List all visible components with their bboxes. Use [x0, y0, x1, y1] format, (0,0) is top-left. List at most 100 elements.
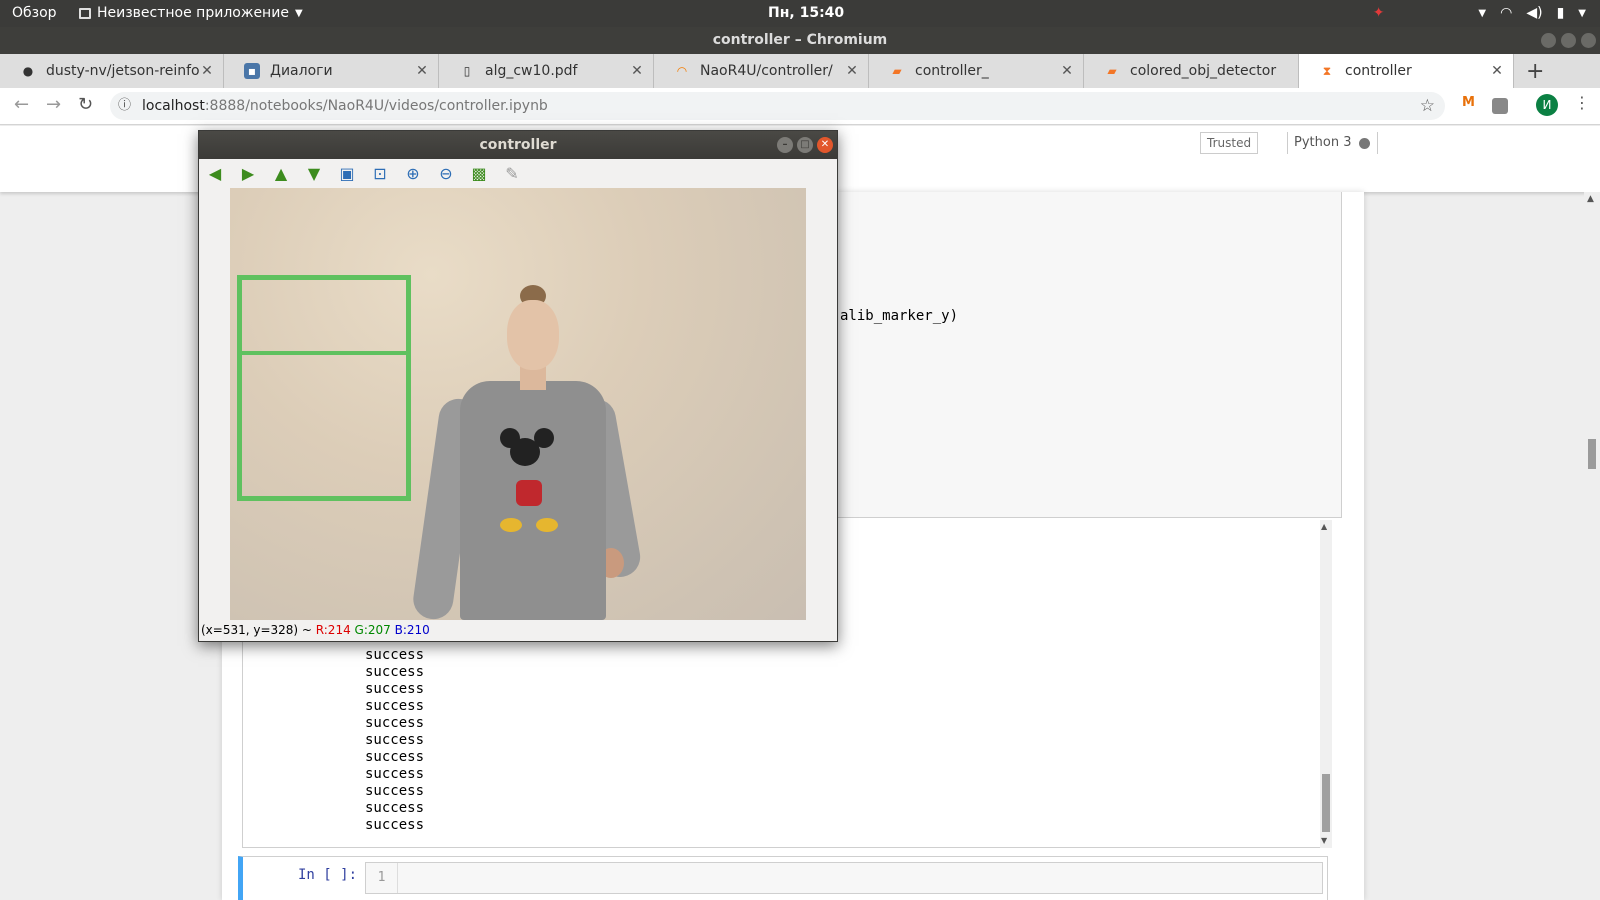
activities-button[interactable]: Обзор: [12, 5, 57, 21]
pan-right-icon[interactable]: ▶: [238, 164, 258, 184]
green-value: G:207: [354, 623, 391, 637]
tab-label: controller: [1345, 63, 1412, 79]
kebab-menu-icon[interactable]: ⋮: [1574, 93, 1590, 112]
volume-icon[interactable]: ◀): [1526, 5, 1542, 21]
tab-dialogs[interactable]: ▪ Диалоги ✕: [224, 54, 439, 88]
maximize-button[interactable]: [1561, 33, 1576, 48]
profile-avatar[interactable]: И: [1536, 94, 1558, 116]
maximize-button[interactable]: □: [797, 137, 813, 153]
tab-colored-obj-detector[interactable]: ▰ colored_obj_detector: [1084, 54, 1299, 88]
notification-app-icon[interactable]: ✦: [1373, 5, 1385, 21]
kernel-status-icon: [1359, 137, 1371, 149]
window-title-bar: controller – Chromium: [0, 27, 1600, 54]
jupyter-notebook-icon: ▰: [1107, 64, 1117, 78]
minimize-button[interactable]: [1541, 33, 1556, 48]
clock[interactable]: Пн, 15:40: [768, 5, 844, 21]
scroll-up-icon[interactable]: ▲: [1321, 522, 1327, 531]
zoom-original-icon[interactable]: ▣: [337, 164, 357, 184]
minimize-button[interactable]: –: [777, 137, 793, 153]
document-icon: ▯: [463, 64, 471, 78]
pixel-info-status: (x=531, y=328) ~ R:214 G:207 B:210: [201, 623, 430, 637]
output-line: success: [365, 783, 425, 799]
sweater-print: [500, 428, 564, 538]
detection-roi-box: [237, 275, 411, 501]
chevron-down-icon[interactable]: ▼: [1578, 8, 1586, 19]
pan-down-icon[interactable]: ▼: [304, 164, 324, 184]
chevron-down-icon: ▼: [294, 7, 303, 19]
wifi-icon[interactable]: ◠: [1500, 5, 1512, 21]
output-scrollbar[interactable]: ▲ ▼: [1320, 520, 1332, 848]
app-menu-label: Неизвестное приложение: [97, 5, 289, 21]
app-window-icon: [79, 7, 91, 19]
hourglass-icon: ⧗: [1322, 64, 1332, 78]
tab-naor4u-controller[interactable]: ◠ NaoR4U/controller/ ✕: [654, 54, 869, 88]
pan-up-icon[interactable]: ▲: [271, 164, 291, 184]
zoom-out-icon[interactable]: ⊖: [436, 164, 456, 184]
trusted-indicator[interactable]: Trusted: [1200, 132, 1259, 154]
tab-label: alg_cw10.pdf: [485, 63, 578, 79]
properties-icon[interactable]: ✎: [502, 164, 522, 184]
battery-icon[interactable]: ▮: [1557, 5, 1565, 21]
close-button[interactable]: [1581, 33, 1596, 48]
tab-label: Диалоги: [270, 63, 333, 79]
scrollbar-thumb[interactable]: [1322, 774, 1330, 832]
back-arrow-icon[interactable]: ←: [14, 94, 29, 115]
zoom-fit-icon[interactable]: ⊡: [370, 164, 390, 184]
url-host: localhost: [142, 98, 205, 114]
extension-icon[interactable]: [1492, 98, 1508, 114]
page-scrollbar[interactable]: ▲: [1584, 192, 1600, 900]
output-line: success: [365, 732, 425, 748]
pan-left-icon[interactable]: ◀: [205, 164, 225, 184]
app-menu[interactable]: Неизвестное приложение ▼: [79, 5, 303, 21]
blue-value: B:210: [394, 623, 430, 637]
system-top-bar: Обзор Неизвестное приложение ▼ Пн, 15:40…: [0, 0, 1600, 27]
zoom-in-icon[interactable]: ⊕: [403, 164, 423, 184]
output-text: success success success success success …: [365, 630, 424, 834]
extension-m-icon[interactable]: M: [1462, 95, 1475, 110]
new-tab-button[interactable]: +: [1526, 59, 1544, 84]
tab-controller-underscore[interactable]: ▰ controller_ ✕: [869, 54, 1084, 88]
cell-editor[interactable]: 1: [365, 862, 1323, 894]
camera-frame[interactable]: [230, 188, 806, 620]
tab-strip: ● dusty-nv/jetson-reinfo ✕ ▪ Диалоги ✕ ▯…: [0, 54, 1600, 88]
output-line: success: [365, 647, 425, 663]
scroll-down-icon[interactable]: ▼: [1321, 836, 1327, 845]
opencv-window[interactable]: controller – □ ✕ ◀ ▶ ▲ ▼ ▣ ⊡ ⊕ ⊖ ▩ ✎ (x=…: [198, 130, 838, 642]
forward-arrow-icon[interactable]: →: [46, 94, 61, 115]
chevron-down-icon[interactable]: ▼: [1478, 8, 1486, 19]
output-line: success: [365, 664, 425, 680]
jupyter-notebook-icon: ▰: [892, 64, 902, 78]
close-icon[interactable]: ✕: [1489, 63, 1505, 79]
close-icon[interactable]: ✕: [844, 63, 860, 79]
scroll-up-icon[interactable]: ▲: [1587, 194, 1594, 204]
red-value: R:214: [315, 623, 351, 637]
bookmark-star-icon[interactable]: ☆: [1420, 92, 1435, 120]
output-line: success: [365, 749, 425, 765]
new-code-cell[interactable]: In [ ]: 1: [238, 856, 1328, 900]
address-bar[interactable]: ⓘ localhost:8888/notebooks/NaoR4U/videos…: [110, 92, 1445, 120]
vk-icon: ▪: [244, 63, 260, 79]
opencv-title-bar[interactable]: controller – □ ✕: [199, 131, 837, 159]
reload-icon[interactable]: ↻: [78, 94, 93, 115]
close-icon[interactable]: ✕: [629, 63, 645, 79]
close-icon[interactable]: ✕: [1059, 63, 1075, 79]
tab-alg-pdf[interactable]: ▯ alg_cw10.pdf ✕: [439, 54, 654, 88]
tab-label: colored_obj_detector: [1130, 63, 1277, 79]
output-line: success: [365, 681, 425, 697]
loading-icon: ◠: [676, 64, 688, 78]
info-icon[interactable]: ⓘ: [118, 92, 131, 120]
tab-jetson-reinforcement[interactable]: ● dusty-nv/jetson-reinfo ✕: [0, 54, 224, 88]
scrollbar-thumb[interactable]: [1588, 439, 1596, 469]
github-icon: ●: [22, 64, 34, 78]
system-tray[interactable]: ✦ ▼ ◠ ◀) ▮ ▼: [1373, 5, 1586, 21]
tab-controller-active[interactable]: ⧗ controller ✕: [1299, 54, 1514, 88]
output-line: success: [365, 817, 425, 833]
cursor-coords: (x=531, y=328) ~: [201, 623, 316, 637]
tab-label: NaoR4U/controller/: [700, 63, 833, 79]
tab-label: controller_: [915, 63, 989, 79]
window-title: controller – Chromium: [712, 32, 888, 48]
save-icon[interactable]: ▩: [469, 164, 489, 184]
close-icon[interactable]: ✕: [199, 63, 215, 79]
close-icon[interactable]: ✕: [414, 63, 430, 79]
close-button[interactable]: ✕: [817, 137, 833, 153]
